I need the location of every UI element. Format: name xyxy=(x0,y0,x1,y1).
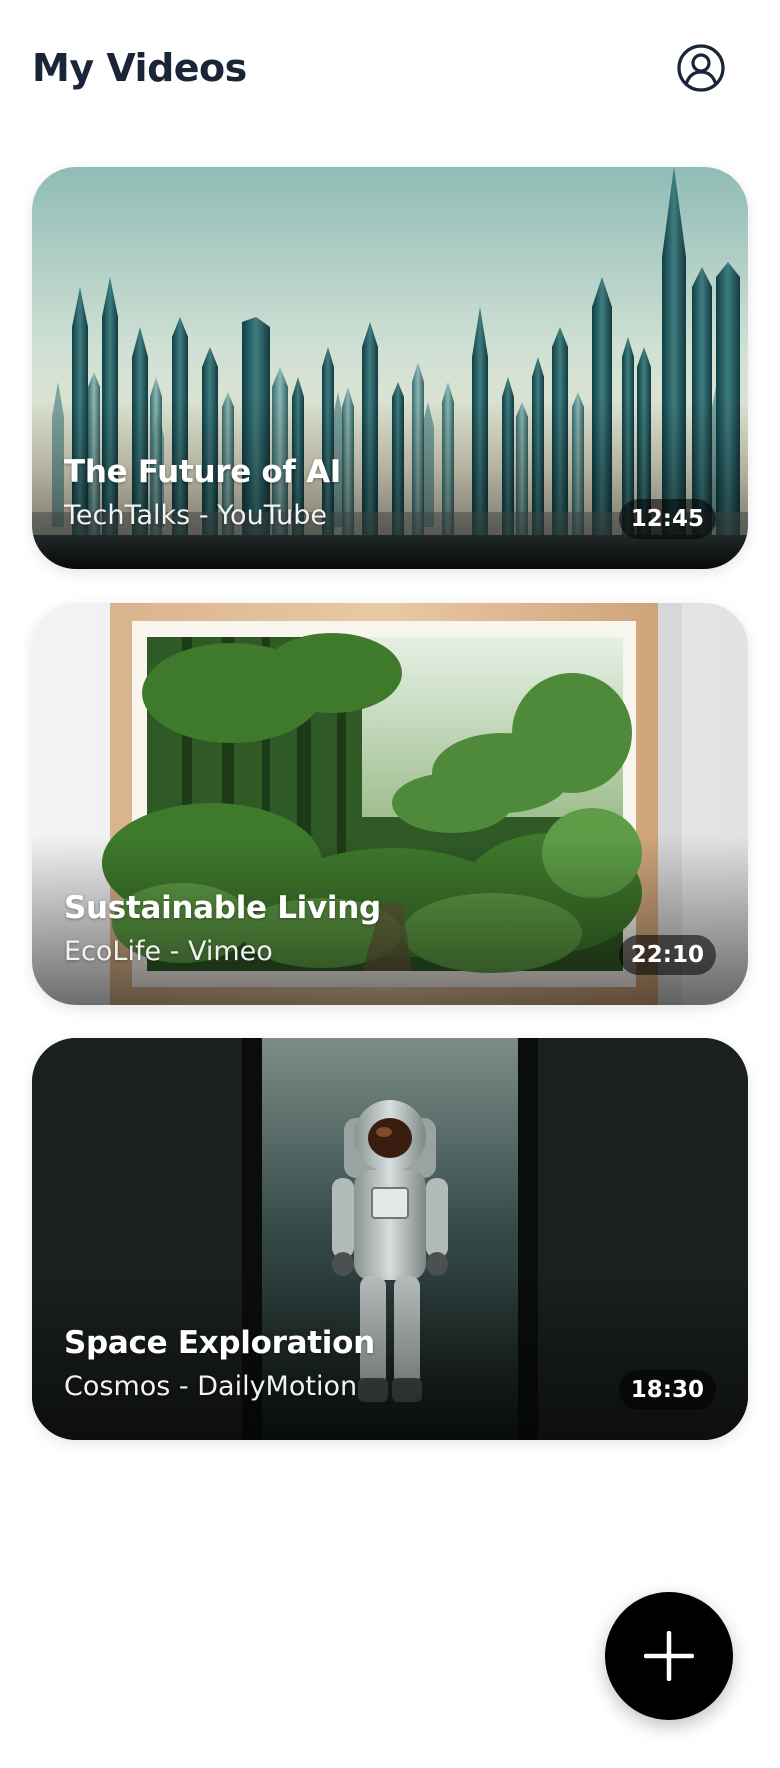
page-title: My Videos xyxy=(32,46,247,90)
video-card[interactable]: The Future of AI TechTalks - YouTube 12:… xyxy=(32,167,748,569)
video-source: EcoLife - Vimeo xyxy=(64,936,273,967)
video-card[interactable]: Space Exploration Cosmos - DailyMotion 1… xyxy=(32,1038,748,1440)
plus-icon xyxy=(644,1631,694,1681)
video-title: Sustainable Living xyxy=(64,890,381,926)
video-source: Cosmos - DailyMotion xyxy=(64,1371,358,1402)
duration-badge: 22:10 xyxy=(618,935,716,975)
video-title: Space Exploration xyxy=(64,1325,375,1361)
duration-badge: 18:30 xyxy=(618,1370,716,1410)
add-video-button[interactable] xyxy=(605,1592,733,1720)
app-header: My Videos xyxy=(0,0,780,130)
duration-badge: 12:45 xyxy=(618,499,716,539)
user-circle-icon xyxy=(677,44,725,92)
profile-button[interactable] xyxy=(676,43,726,93)
video-source: TechTalks - YouTube xyxy=(64,500,327,531)
video-card[interactable]: Sustainable Living EcoLife - Vimeo 22:10 xyxy=(32,603,748,1005)
video-title: The Future of AI xyxy=(64,454,342,490)
